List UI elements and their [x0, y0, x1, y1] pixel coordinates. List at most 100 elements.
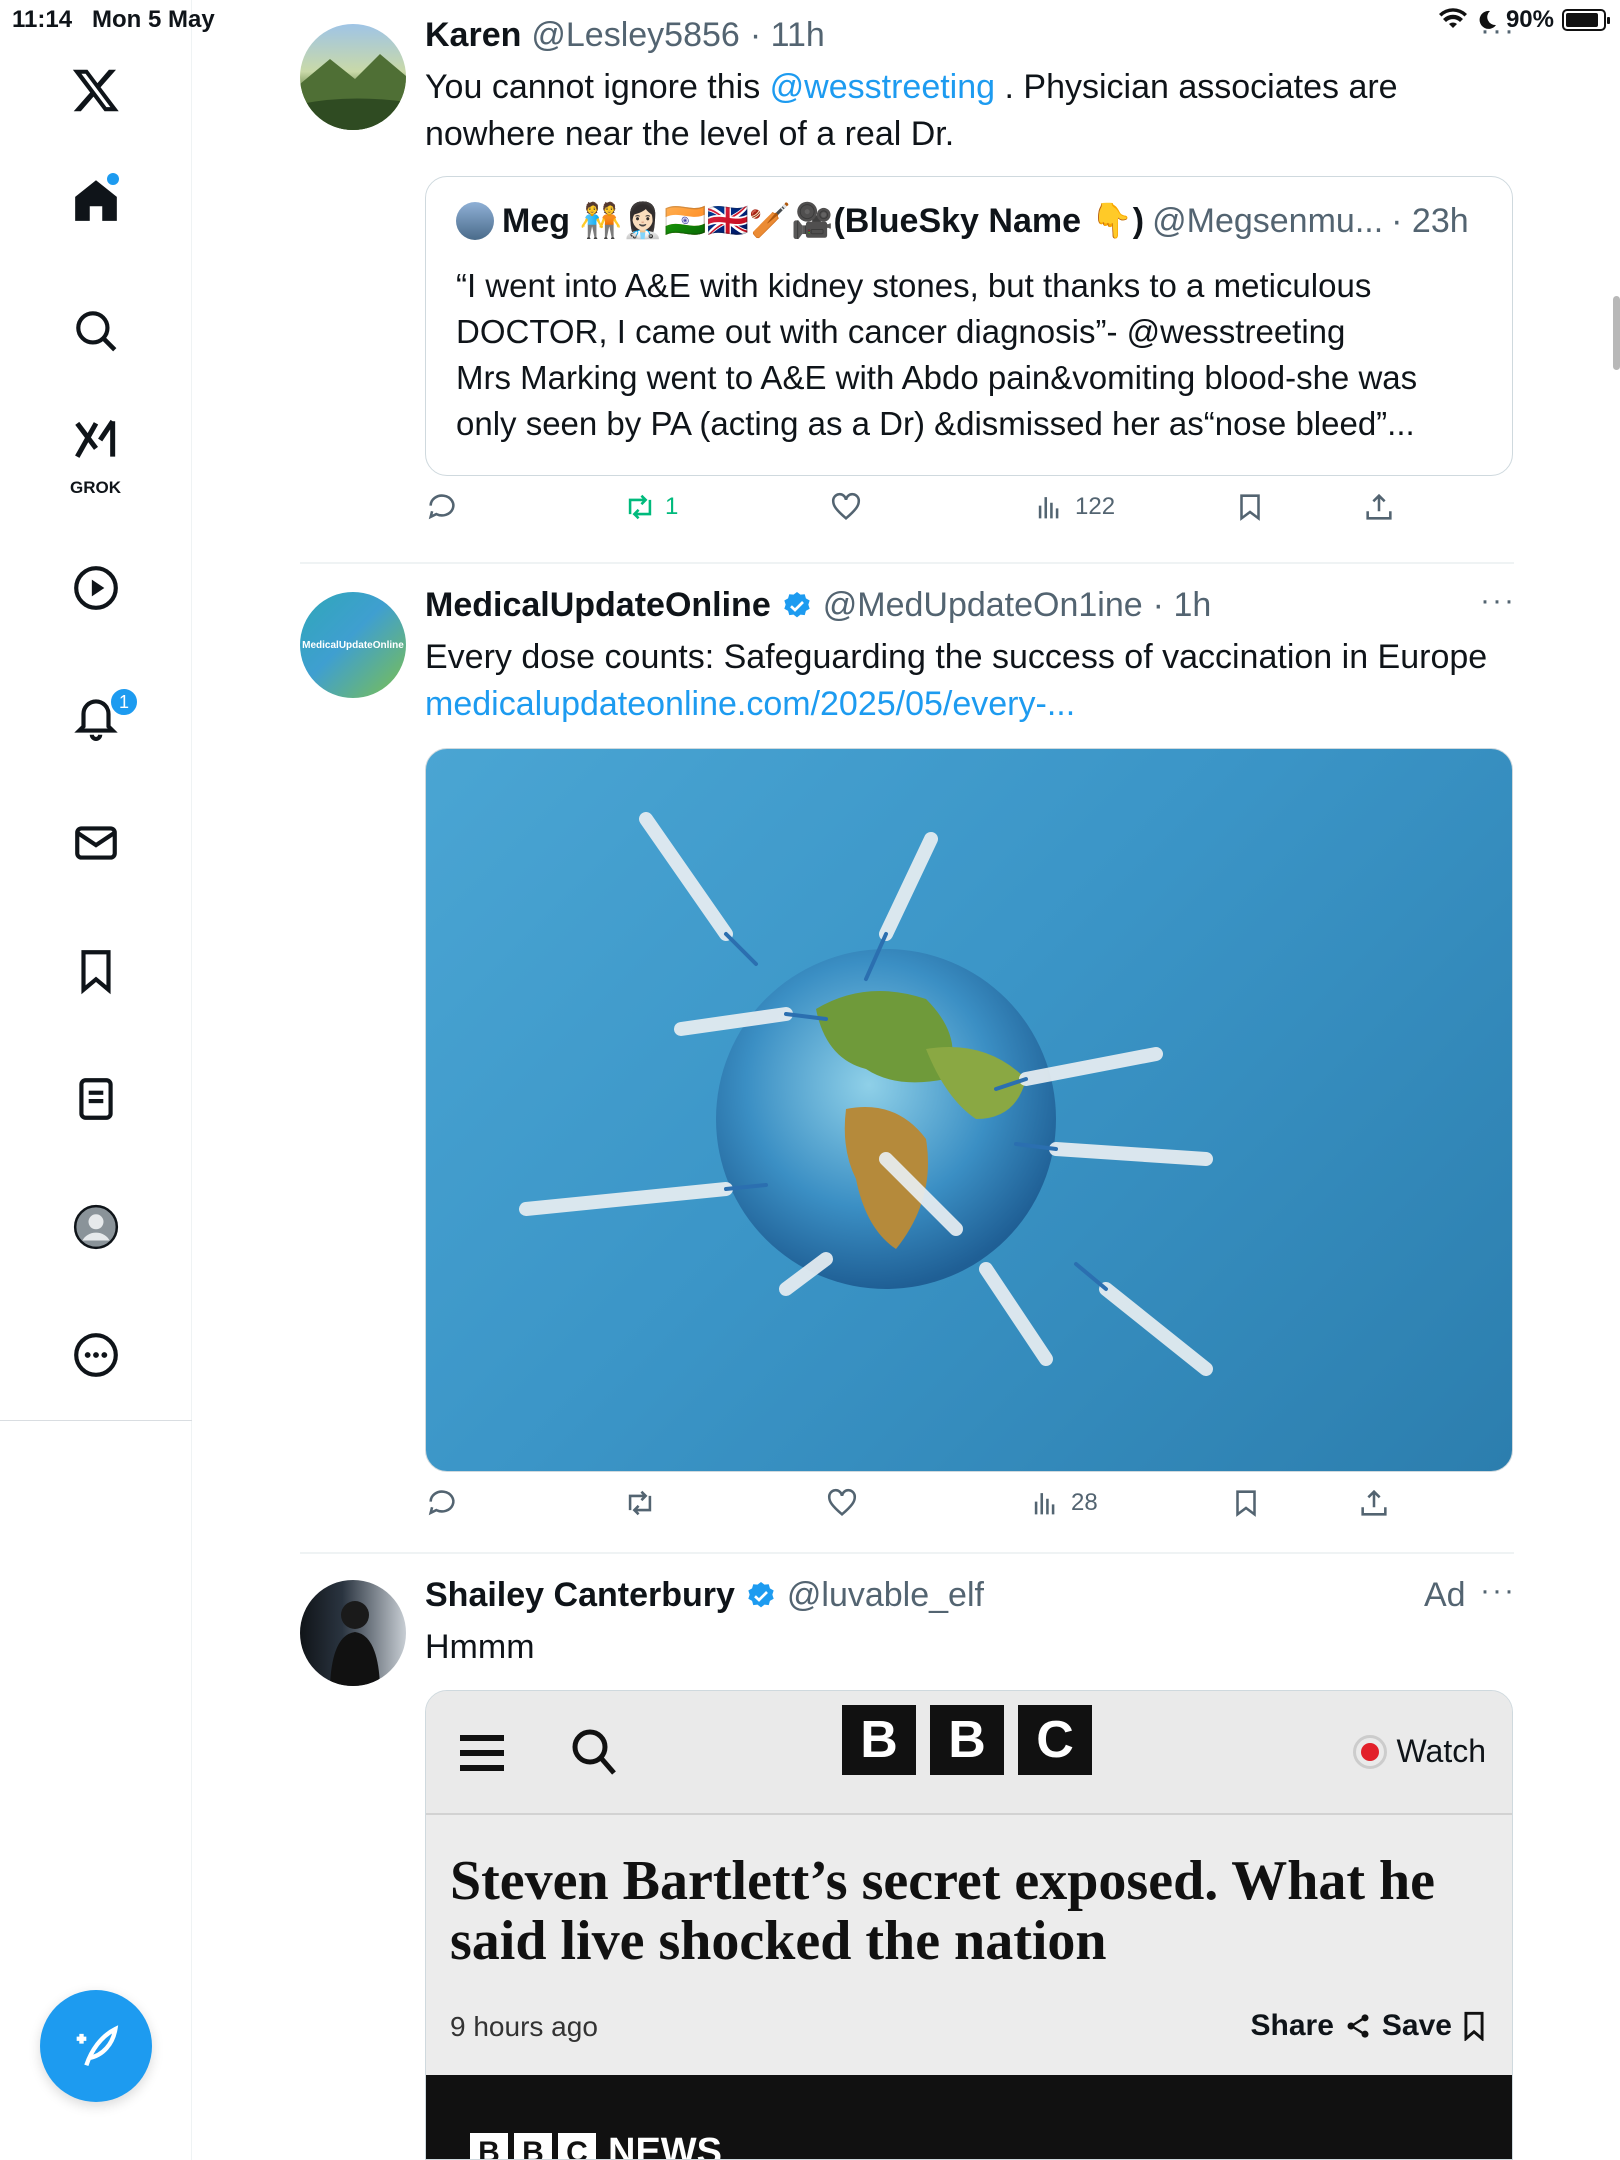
bbc-news-label: NEWS	[608, 2131, 722, 2160]
avatar	[456, 202, 494, 240]
x-logo-button[interactable]	[46, 40, 146, 140]
scrollbar[interactable]	[1613, 296, 1620, 370]
repost-button[interactable]: 1	[623, 490, 678, 524]
verified-badge-icon	[748, 1581, 774, 1607]
watch-live: Watch	[1352, 1733, 1487, 1770]
more-circle-icon	[74, 1333, 118, 1377]
battery-icon	[1562, 9, 1610, 31]
repost-button[interactable]	[623, 1486, 657, 1520]
tweet-time[interactable]: · 1h	[1153, 586, 1212, 625]
like-button[interactable]	[829, 490, 863, 524]
bbc-header-bar: B B C Watch	[426, 1691, 1512, 1815]
share-save-row: Share Save	[1251, 2009, 1486, 2043]
menu-icon	[460, 1735, 504, 1771]
sidebar-item-messages[interactable]	[46, 793, 146, 893]
repost-icon	[628, 494, 652, 520]
list-icon	[79, 1078, 113, 1120]
tweet-image[interactable]	[425, 748, 1513, 1472]
sidebar-item-home[interactable]	[46, 150, 146, 250]
search-icon	[76, 311, 117, 352]
ad-headline: Steven Bartlett’s secret exposed. What h…	[450, 1850, 1436, 1972]
bbc-news-logo: B B C NEWS	[470, 2131, 722, 2160]
repost-icon	[628, 1490, 652, 1516]
ad-label: Ad	[1424, 1576, 1466, 1614]
mention-link[interactable]: @wesstreeting	[770, 68, 995, 106]
more-options-icon[interactable]: ···	[1480, 1574, 1516, 1608]
compose-button[interactable]	[40, 1990, 152, 2102]
analytics-icon	[1038, 497, 1059, 519]
sidebar-item-search[interactable]	[46, 281, 146, 381]
tweet-header: Shailey Canterbury @luvable_elf	[425, 1576, 984, 1615]
person-avatar-image	[330, 1601, 380, 1686]
quote-header: Meg 🧑‍🤝‍🧑👩🏻‍⚕️🇮🇳🇬🇧🏏🎥(BlueSky Name 👇) @Me…	[456, 201, 1469, 241]
sidebar-item-grok[interactable]	[46, 400, 146, 480]
bookmark-icon	[81, 950, 111, 995]
share-button[interactable]	[1357, 1486, 1391, 1520]
repost-count: 1	[665, 493, 679, 520]
like-button[interactable]	[825, 1486, 859, 1520]
save-label: Save	[1381, 2009, 1452, 2042]
tweet-text: Every dose counts: Safeguarding the succ…	[425, 634, 1515, 728]
sidebar-item-video[interactable]	[46, 538, 146, 638]
bookmark-button[interactable]	[1233, 490, 1267, 524]
share-icon	[1361, 1489, 1387, 1516]
tweet-text-part: You cannot ignore this	[425, 68, 770, 106]
bookmark-button[interactable]	[1229, 1486, 1263, 1520]
battery-fill	[1566, 13, 1599, 27]
bbc-news-letter: B	[470, 2132, 508, 2159]
views-button[interactable]: 28	[1029, 1486, 1098, 1520]
share-icon	[1366, 493, 1392, 520]
sidebar: GROK 1	[0, 0, 192, 2160]
reply-button[interactable]	[425, 1486, 459, 1520]
live-dot-icon	[1352, 1734, 1387, 1769]
bbc-news-letter: C	[558, 2132, 596, 2159]
status-right: 90%	[1438, 6, 1610, 34]
reply-button[interactable]	[425, 490, 459, 524]
bookmark-icon	[1236, 1490, 1256, 1517]
bbc-logo: B B C	[842, 1705, 1092, 1775]
status-date: Mon 5 May	[92, 6, 215, 33]
compose-feather-icon	[76, 2025, 119, 2067]
sidebar-item-lists[interactable]	[46, 1049, 146, 1149]
author-handle[interactable]: @MedUpdateOn1ine	[823, 586, 1143, 625]
tweet-text: You cannot ignore this @wesstreeting . P…	[425, 64, 1515, 158]
author-name[interactable]: Shailey Canterbury	[425, 1576, 735, 1615]
grok-icon	[75, 419, 116, 458]
sidebar-divider	[0, 1420, 192, 1421]
ad-time-ago: 9 hours ago	[450, 2011, 598, 2042]
tweet-text: Hmmm	[425, 1628, 535, 1666]
tweet-actions: 1 122	[425, 490, 1515, 540]
profile-icon	[73, 1204, 119, 1250]
wifi-icon	[1438, 8, 1467, 28]
sidebar-item-bookmarks[interactable]	[46, 921, 146, 1021]
share-button[interactable]	[1362, 490, 1396, 524]
bbc-news-letter: B	[514, 2132, 552, 2159]
author-name[interactable]: MedicalUpdateOnline	[425, 586, 771, 625]
avatar[interactable]: MedicalUpdateOnline	[300, 592, 406, 698]
quote-author-name: Meg 🧑‍🤝‍🧑👩🏻‍⚕️🇮🇳🇬🇧🏏🎥(BlueSky Name 👇)	[502, 202, 1145, 240]
author-handle[interactable]: @luvable_elf	[787, 1576, 984, 1615]
analytics-icon	[1034, 1493, 1055, 1515]
quoted-tweet[interactable]: Meg 🧑‍🤝‍🧑👩🏻‍⚕️🇮🇳🇬🇧🏏🎥(BlueSky Name 👇) @Me…	[425, 176, 1513, 476]
ad-card[interactable]: B B C Watch Steven Bartlett’s secret exp…	[425, 1690, 1513, 2160]
bbc-logo-letter: B	[930, 1705, 1004, 1775]
bbc-news-bar: B B C NEWS	[426, 2075, 1512, 2160]
views-count: 122	[1075, 493, 1116, 520]
sidebar-item-more[interactable]	[46, 1305, 146, 1405]
home-notification-dot	[107, 173, 119, 185]
sidebar-item-profile[interactable]	[46, 1177, 146, 1277]
x-logo-icon	[72, 69, 119, 112]
tweet-divider	[300, 1552, 1514, 1554]
bookmark-icon	[1240, 494, 1260, 521]
watch-label: Watch	[1396, 1733, 1487, 1769]
quote-author-handle: @Megsenmu...	[1152, 201, 1384, 240]
moon-icon	[1479, 10, 1496, 29]
views-button[interactable]: 122	[1033, 490, 1115, 524]
heart-icon	[827, 1488, 857, 1517]
tweet-actions: 28	[425, 1486, 1515, 1536]
tweet-text-line: Every dose counts: Safeguarding the succ…	[425, 638, 1488, 676]
avatar[interactable]	[300, 1580, 406, 1686]
tweet-link[interactable]: medicalupdateonline.com/2025/05/every-..…	[425, 681, 1515, 728]
more-options-icon[interactable]: ···	[1480, 584, 1516, 618]
quote-text: “I went into A&E with kidney stones, but…	[456, 267, 1418, 442]
